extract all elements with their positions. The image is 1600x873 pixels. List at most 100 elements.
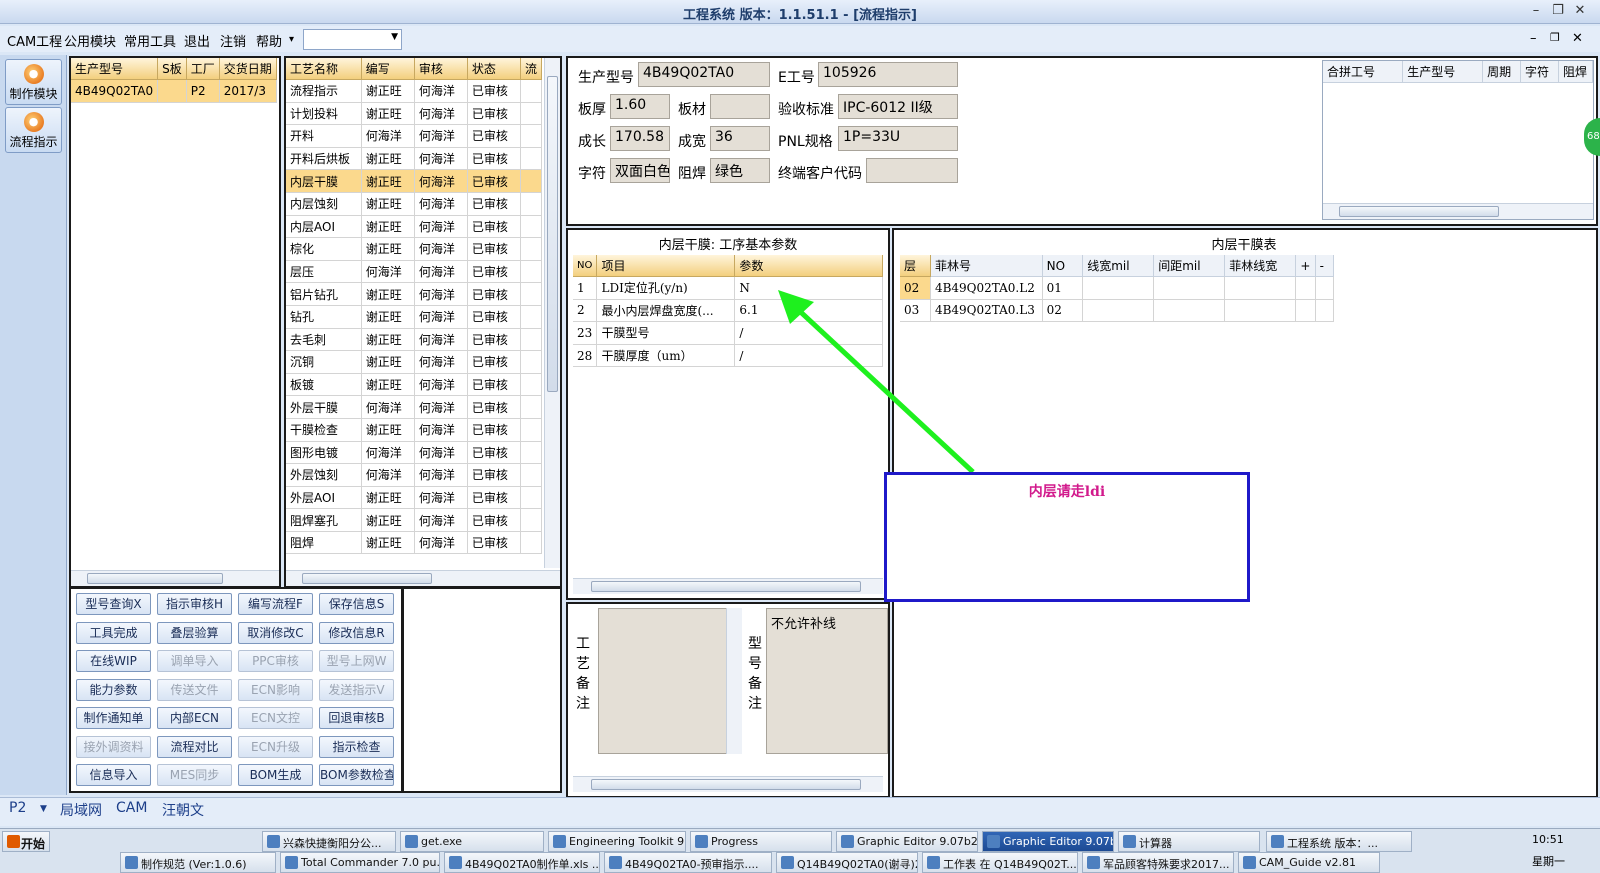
process-cell[interactable]: 谢正旺 xyxy=(361,531,415,555)
orders-hscrollbar[interactable] xyxy=(71,570,279,586)
action-button[interactable]: 传送文件 xyxy=(157,678,232,701)
table-row[interactable]: 层压 何海洋 何海洋 已审核 xyxy=(286,260,543,284)
table-row[interactable]: 干膜检查 谢正旺 何海洋 已审核 xyxy=(286,418,543,442)
process-cell[interactable]: 已审核 xyxy=(467,305,521,329)
film-cell[interactable]: 01 xyxy=(1042,276,1084,300)
notes-vscrollbar[interactable] xyxy=(726,608,742,754)
menu-dropdown-arrow-icon[interactable]: ▾ xyxy=(289,34,294,45)
table-row[interactable]: 阻焊 谢正旺 何海洋 已审核 xyxy=(286,531,543,555)
process-cell[interactable]: 谢正旺 xyxy=(361,147,415,171)
process-cell[interactable]: 谢正旺 xyxy=(361,350,415,374)
combined-col-mask[interactable]: 阻焊 xyxy=(1558,61,1594,83)
process-cell[interactable]: 层压 xyxy=(286,260,362,284)
process-cell[interactable]: 谢正旺 xyxy=(361,282,415,306)
combined-col-cycle[interactable]: 周期 xyxy=(1482,61,1522,83)
process-cell[interactable]: 何海洋 xyxy=(361,441,415,465)
process-cell[interactable]: 已审核 xyxy=(467,350,521,374)
notes-hscrollbar[interactable] xyxy=(573,776,883,792)
film-col-header[interactable]: + xyxy=(1295,255,1316,277)
sidebar-flow-indicator[interactable]: ● 流程指示 xyxy=(5,107,62,153)
process-cell[interactable]: 何海洋 xyxy=(414,508,468,532)
action-button[interactable]: MES同步 xyxy=(157,764,232,786)
orders-cell-factory[interactable]: P2 xyxy=(186,79,220,103)
table-row[interactable]: 沉铜 谢正旺 何海洋 已审核 xyxy=(286,350,543,374)
process-cell[interactable]: 已审核 xyxy=(467,237,521,261)
process-cell[interactable]: 去毛刺 xyxy=(286,328,362,352)
table-row[interactable]: 外层干膜 何海洋 何海洋 已审核 xyxy=(286,395,543,419)
action-button[interactable]: 型号查询X xyxy=(76,593,151,615)
process-cell[interactable]: 已审核 xyxy=(467,147,521,171)
film-col-header[interactable]: 线宽mil xyxy=(1082,255,1155,277)
chevron-down-icon[interactable]: ▼ xyxy=(40,804,47,814)
process-cell[interactable]: 已审核 xyxy=(467,373,521,397)
taskbar-button[interactable]: 4B49Q02TA0制作单.xls ... xyxy=(444,852,600,873)
field-model[interactable]: 4B49Q02TA0 xyxy=(638,62,770,87)
process-cell[interactable]: 外层干膜 xyxy=(286,395,362,419)
table-row[interactable]: 开料 何海洋 何海洋 已审核 xyxy=(286,124,543,148)
table-row[interactable]: 板镀 谢正旺 何海洋 已审核 xyxy=(286,373,543,397)
process-cell[interactable]: 何海洋 xyxy=(414,531,468,555)
film-cell[interactable] xyxy=(1295,299,1316,323)
process-col-header[interactable]: 工艺名称 xyxy=(286,58,362,80)
process-vscrollbar[interactable] xyxy=(544,58,560,568)
process-cell[interactable]: 谢正旺 xyxy=(361,192,415,216)
params-col-header[interactable]: NO xyxy=(573,255,598,277)
field-length[interactable]: 170.58 xyxy=(610,126,670,151)
process-cell[interactable]: 何海洋 xyxy=(414,373,468,397)
model-notes-textarea[interactable]: 不允许补线 xyxy=(766,608,888,754)
table-row[interactable]: 开料后烘板 谢正旺 何海洋 已审核 xyxy=(286,147,543,171)
process-cell[interactable]: 内层AOI xyxy=(286,215,362,239)
process-cell[interactable]: 谢正旺 xyxy=(361,237,415,261)
process-cell[interactable]: 已审核 xyxy=(467,395,521,419)
film-cell[interactable] xyxy=(1224,299,1297,323)
action-button[interactable]: 编写流程F xyxy=(238,593,313,615)
combined-col-model[interactable]: 生产型号 xyxy=(1402,61,1484,83)
film-cell[interactable]: 02 xyxy=(1042,299,1084,323)
process-cell[interactable]: 已审核 xyxy=(467,260,521,284)
orders-col-factory[interactable]: 工厂 xyxy=(186,58,220,80)
table-row[interactable]: 外层AOI 谢正旺 何海洋 已审核 xyxy=(286,486,543,510)
process-col-header[interactable]: 审核 xyxy=(414,58,468,80)
process-cell[interactable]: 铝片钻孔 xyxy=(286,282,362,306)
field-width[interactable]: 36 xyxy=(710,126,770,151)
scroll-thumb[interactable] xyxy=(547,76,558,392)
process-cell[interactable]: 已审核 xyxy=(467,531,521,555)
process-cell-extra[interactable] xyxy=(520,373,543,397)
process-cell-extra[interactable] xyxy=(520,418,543,442)
process-cell[interactable]: 棕化 xyxy=(286,237,362,261)
process-cell-extra[interactable] xyxy=(520,260,543,284)
process-cell-extra[interactable] xyxy=(520,169,543,193)
process-cell-extra[interactable] xyxy=(520,147,543,171)
table-row[interactable]: 去毛刺 谢正旺 何海洋 已审核 xyxy=(286,328,543,352)
film-cell[interactable] xyxy=(1224,276,1297,300)
process-cell[interactable]: 何海洋 xyxy=(414,463,468,487)
process-cell[interactable]: 图形电镀 xyxy=(286,441,362,465)
process-cell-extra[interactable] xyxy=(520,531,543,555)
process-cell[interactable]: 何海洋 xyxy=(414,305,468,329)
process-cell[interactable]: 何海洋 xyxy=(361,124,415,148)
action-button[interactable]: 保存信息S xyxy=(319,593,394,615)
table-row[interactable]: 内层干膜 谢正旺 何海洋 已审核 xyxy=(286,169,543,193)
table-row[interactable]: 铝片钻孔 谢正旺 何海洋 已审核 xyxy=(286,282,543,306)
mdi-minimize-button[interactable]: – xyxy=(1530,31,1537,46)
process-cell[interactable]: 谢正旺 xyxy=(361,486,415,510)
process-cell-extra[interactable] xyxy=(520,463,543,487)
process-hscrollbar[interactable] xyxy=(286,570,560,586)
process-notes-textarea[interactable] xyxy=(598,608,742,754)
params-cell[interactable]: 最小内层焊盘宽度(... xyxy=(596,299,736,323)
process-cell-extra[interactable] xyxy=(520,192,543,216)
process-cell-extra[interactable] xyxy=(520,237,543,261)
process-cell[interactable]: 内层干膜 xyxy=(286,169,362,193)
process-cell[interactable]: 何海洋 xyxy=(414,395,468,419)
process-cell-extra[interactable] xyxy=(520,441,543,465)
action-button[interactable]: 制作通知单 xyxy=(76,707,151,729)
process-cell[interactable]: 已审核 xyxy=(467,508,521,532)
process-cell[interactable]: 何海洋 xyxy=(414,124,468,148)
film-cell[interactable] xyxy=(1153,299,1226,323)
film-cell[interactable] xyxy=(1153,276,1226,300)
field-thickness[interactable]: 1.60 xyxy=(610,94,670,119)
field-customer[interactable] xyxy=(866,158,958,183)
params-cell[interactable]: 1 xyxy=(573,276,598,300)
process-cell[interactable]: 何海洋 xyxy=(414,215,468,239)
process-cell-extra[interactable] xyxy=(520,486,543,510)
